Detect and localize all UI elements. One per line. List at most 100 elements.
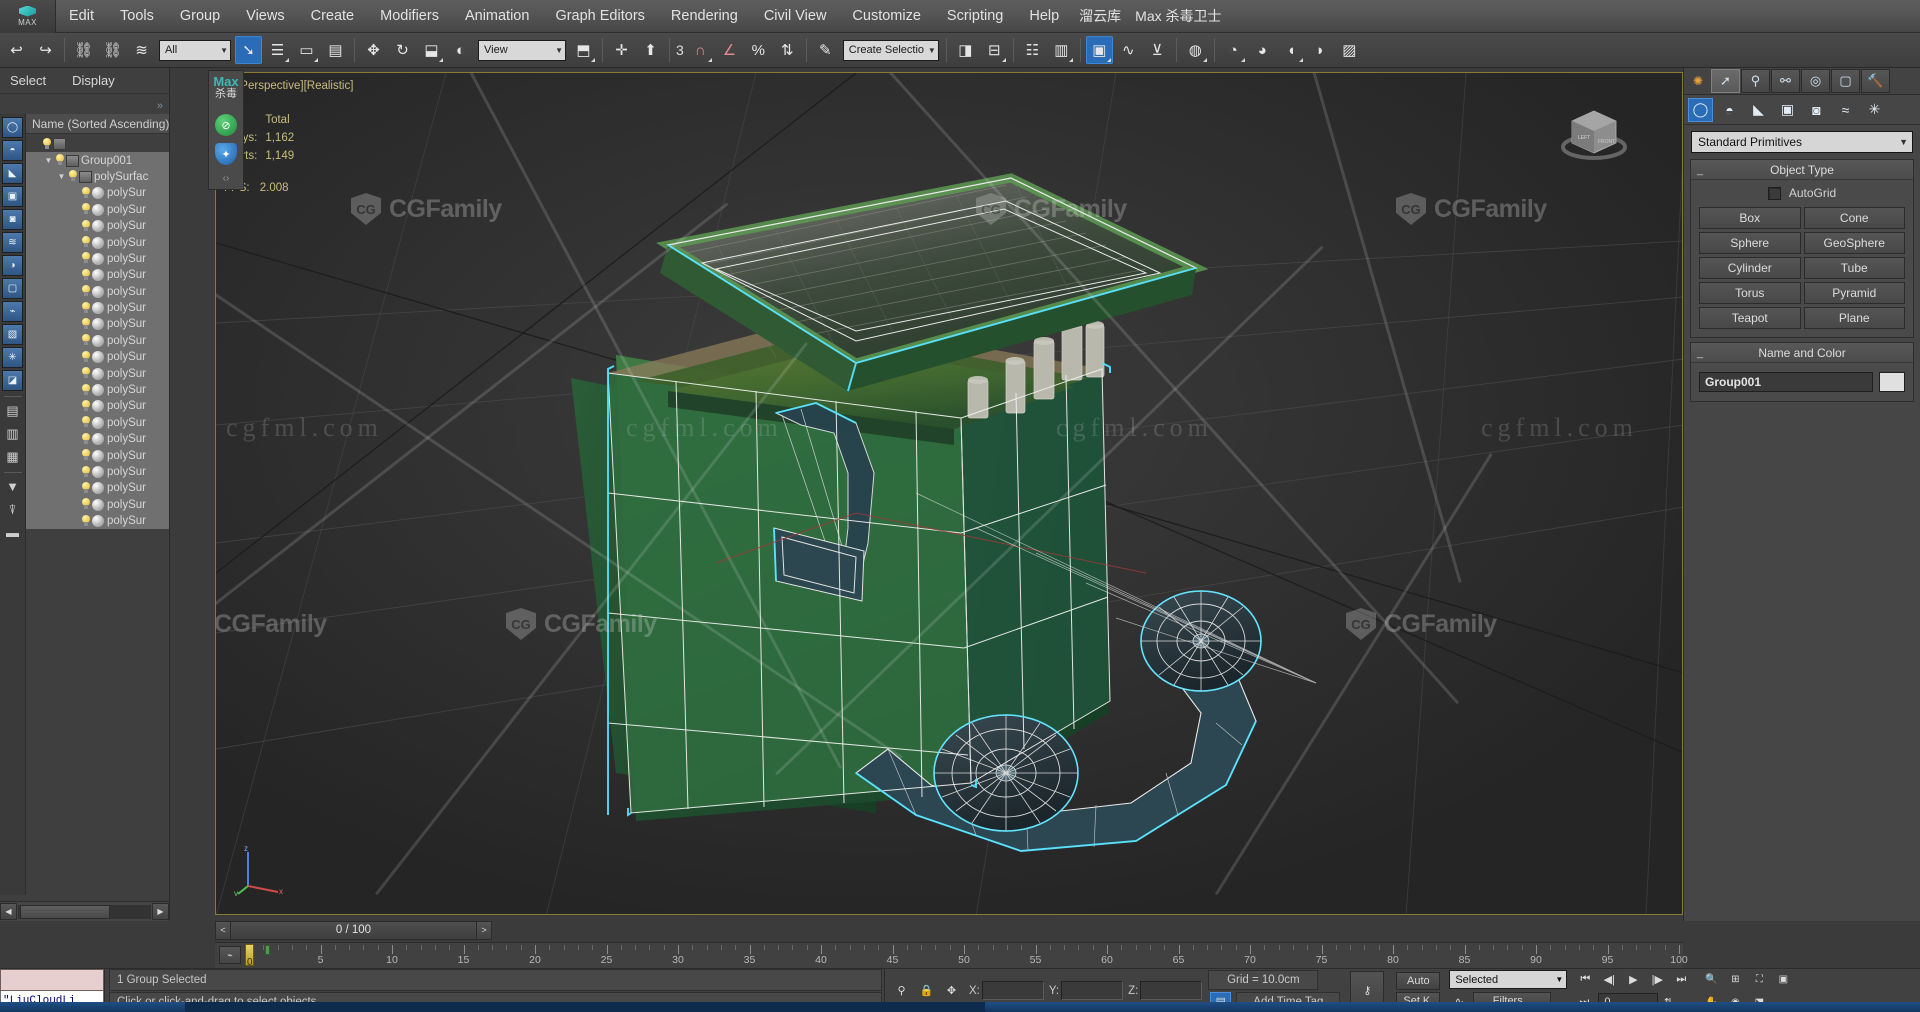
tree-row-polysurface-parent[interactable]: ▼ polySurfac xyxy=(26,168,169,186)
filter-icon[interactable]: ▼ xyxy=(2,476,23,497)
shapes-category-icon[interactable]: ◓ xyxy=(1717,98,1742,122)
visibility-bulb-icon[interactable] xyxy=(80,186,92,200)
rectangular-selection-region-button[interactable]: ▭ xyxy=(293,36,320,64)
modify-tab[interactable]: ⚲ xyxy=(1741,69,1770,93)
object-type-rollout-header[interactable]: _ Object Type xyxy=(1691,160,1913,180)
camera-filter-icon[interactable]: ▣ xyxy=(2,186,23,207)
spinner-snap-toggle-button[interactable]: ⇅ xyxy=(774,36,801,64)
scroll-right-button[interactable]: ▶ xyxy=(152,903,169,920)
named-selection-set-combo[interactable]: Create Selection Se ▼ xyxy=(842,39,939,61)
scrollbar-track[interactable] xyxy=(18,904,151,919)
listener-output-pane[interactable] xyxy=(0,969,104,991)
name-and-color-rollout-header[interactable]: _ Name and Color xyxy=(1691,343,1913,363)
visibility-bulb-icon[interactable] xyxy=(80,350,92,364)
expand-collapse-icon[interactable]: ▼ xyxy=(43,156,54,165)
visibility-bulb-icon[interactable] xyxy=(80,449,92,462)
object-color-swatch[interactable] xyxy=(1879,372,1905,392)
visibility-bulb-icon[interactable] xyxy=(80,301,92,315)
create-box-button[interactable]: Box xyxy=(1699,207,1801,229)
zoom-extents-button[interactable]: ⛶ xyxy=(1749,969,1769,989)
primitive-type-dropdown[interactable]: Standard Primitives ▼ xyxy=(1691,131,1913,153)
zoom-region-button[interactable]: ▣ xyxy=(1773,969,1793,989)
percent-snap-toggle-button[interactable]: % xyxy=(745,36,772,64)
create-teapot-button[interactable]: Teapot xyxy=(1699,307,1801,329)
visibility-bulb-icon[interactable] xyxy=(80,481,92,495)
menu-item-modifiers[interactable]: Modifiers xyxy=(367,0,452,33)
menu-item-edit[interactable]: Edit xyxy=(56,0,107,33)
expand-collapse-icon[interactable]: ▼ xyxy=(56,172,67,181)
scene-explorer-display-menu[interactable]: Display xyxy=(72,73,115,88)
y-coordinate-field[interactable] xyxy=(1061,981,1124,1000)
scene-explorer-select-menu[interactable]: Select xyxy=(10,73,46,88)
bind-to-space-warp-button[interactable]: ≋ xyxy=(128,36,155,64)
window-crossing-toggle-button[interactable]: ▤ xyxy=(322,36,349,64)
menu-item-plugin-0[interactable]: 溜云库 xyxy=(1072,0,1128,33)
redo-button[interactable]: ↪ xyxy=(32,36,59,64)
tree-row-polysurface-child[interactable]: polySur xyxy=(26,201,169,218)
menu-item-views[interactable]: Views xyxy=(233,0,297,33)
tree-row-polysurface-child[interactable]: polySur xyxy=(26,480,169,497)
current-frame-display[interactable]: 0 / 100 xyxy=(231,920,476,940)
scroll-left-button[interactable]: ◀ xyxy=(0,903,17,920)
tree-row-polysurface-child[interactable]: polySur xyxy=(26,496,169,513)
key-filter-dropdown[interactable]: Selected ▼ xyxy=(1449,970,1568,989)
visibility-bulb-icon[interactable] xyxy=(80,285,92,298)
menu-item-create[interactable]: Create xyxy=(298,0,368,33)
tree-row-polysurface-child[interactable]: polySur xyxy=(26,381,169,399)
scene-explorer-expand-icon[interactable]: » xyxy=(157,100,163,112)
render-in-cloud-button[interactable]: ▨ xyxy=(1336,36,1363,64)
antivirus-collapse-icon[interactable]: ‹› xyxy=(223,173,230,184)
antivirus-shield-icon[interactable]: ✦ xyxy=(215,143,237,165)
render-production-button[interactable]: ◕ xyxy=(1249,36,1276,64)
cameras-category-icon[interactable]: ▣ xyxy=(1775,98,1800,122)
isolate-selection-toggle[interactable]: ⚲ xyxy=(891,981,912,1001)
menu-item-group[interactable]: Group xyxy=(167,0,233,33)
tree-row-scene-root[interactable] xyxy=(26,136,169,152)
auto-key-button[interactable]: Auto xyxy=(1396,971,1441,990)
hierarchy-tab[interactable]: ⚯ xyxy=(1771,69,1800,93)
helpers-category-icon[interactable]: ◙ xyxy=(1804,98,1829,122)
menu-item-rendering[interactable]: Rendering xyxy=(658,0,751,33)
filter-apply-icon[interactable]: ⍒ xyxy=(2,499,23,520)
group-filter-icon[interactable]: ◑ xyxy=(2,255,23,276)
next-frame-button[interactable]: |▶ xyxy=(1647,969,1667,989)
menu-item-scripting[interactable]: Scripting xyxy=(934,0,1016,33)
particle-filter-icon[interactable]: ✳ xyxy=(2,347,23,368)
visibility-bulb-icon[interactable] xyxy=(80,383,92,397)
select-by-name-button[interactable]: ☰ xyxy=(264,36,291,64)
rendered-frame-window-button[interactable]: ◔ xyxy=(1220,36,1247,64)
time-slider[interactable]: < 0 / 100 > xyxy=(215,920,1683,942)
layer-explorer-button[interactable]: ☷ xyxy=(1019,36,1046,64)
visibility-bulb-icon[interactable] xyxy=(80,317,92,331)
visibility-bulb-icon[interactable] xyxy=(41,137,53,151)
visibility-bulb-icon[interactable] xyxy=(80,416,92,429)
visibility-bulb-icon[interactable] xyxy=(80,498,92,511)
ribbon-toggle-button[interactable]: ▥ xyxy=(1048,36,1075,64)
mirror-button[interactable]: ◨ xyxy=(952,36,979,64)
visibility-bulb-icon[interactable] xyxy=(80,465,92,479)
container-filter-icon[interactable]: ▧ xyxy=(2,324,23,345)
select-and-manipulate-button[interactable]: ✛ xyxy=(608,36,635,64)
create-cone-button[interactable]: Cone xyxy=(1803,207,1905,229)
tree-row-polysurface-child[interactable]: polySur xyxy=(26,267,169,284)
visibility-bulb-icon[interactable] xyxy=(80,334,92,347)
activeshade-button[interactable]: ◗ xyxy=(1307,36,1334,64)
select-and-scale-button[interactable]: ⬓ xyxy=(418,36,445,64)
scene-explorer-column-header[interactable]: Name (Sorted Ascending) xyxy=(26,114,169,134)
coordinate-system-dropdown[interactable]: View ▼ xyxy=(478,39,566,61)
previous-frame-arrow[interactable]: < xyxy=(215,920,231,940)
create-pyramid-button[interactable]: Pyramid xyxy=(1803,282,1905,304)
menu-item-help[interactable]: Help xyxy=(1016,0,1072,33)
previous-frame-button[interactable]: ◀| xyxy=(1599,969,1619,989)
play-animation-button[interactable]: ▶ xyxy=(1623,969,1643,989)
visibility-bulb-icon[interactable] xyxy=(80,367,92,380)
snap-preview-button[interactable]: ⬆ xyxy=(637,36,664,64)
tree-row-polysurface-child[interactable]: polySur xyxy=(26,283,169,300)
tree-row-group001[interactable]: ▼ Group001 xyxy=(26,152,169,169)
menu-item-animation[interactable]: Animation xyxy=(452,0,542,33)
snap-toggle-button[interactable]: ∩ xyxy=(687,36,714,64)
visibility-bulb-icon[interactable] xyxy=(80,268,92,282)
open-mini-curve-editor-button[interactable]: ⌁ xyxy=(219,946,241,964)
track-bar[interactable]: ⌁ 5 10 15 20 25 30 35 40 45 50 55 60 65 70 75 80 85 90 95 1… xyxy=(215,942,1688,969)
frame-ruler[interactable]: 5 10 15 20 25 30 35 40 45 50 55 60 65 70 75 80 85 90 95 100… xyxy=(245,943,1688,969)
